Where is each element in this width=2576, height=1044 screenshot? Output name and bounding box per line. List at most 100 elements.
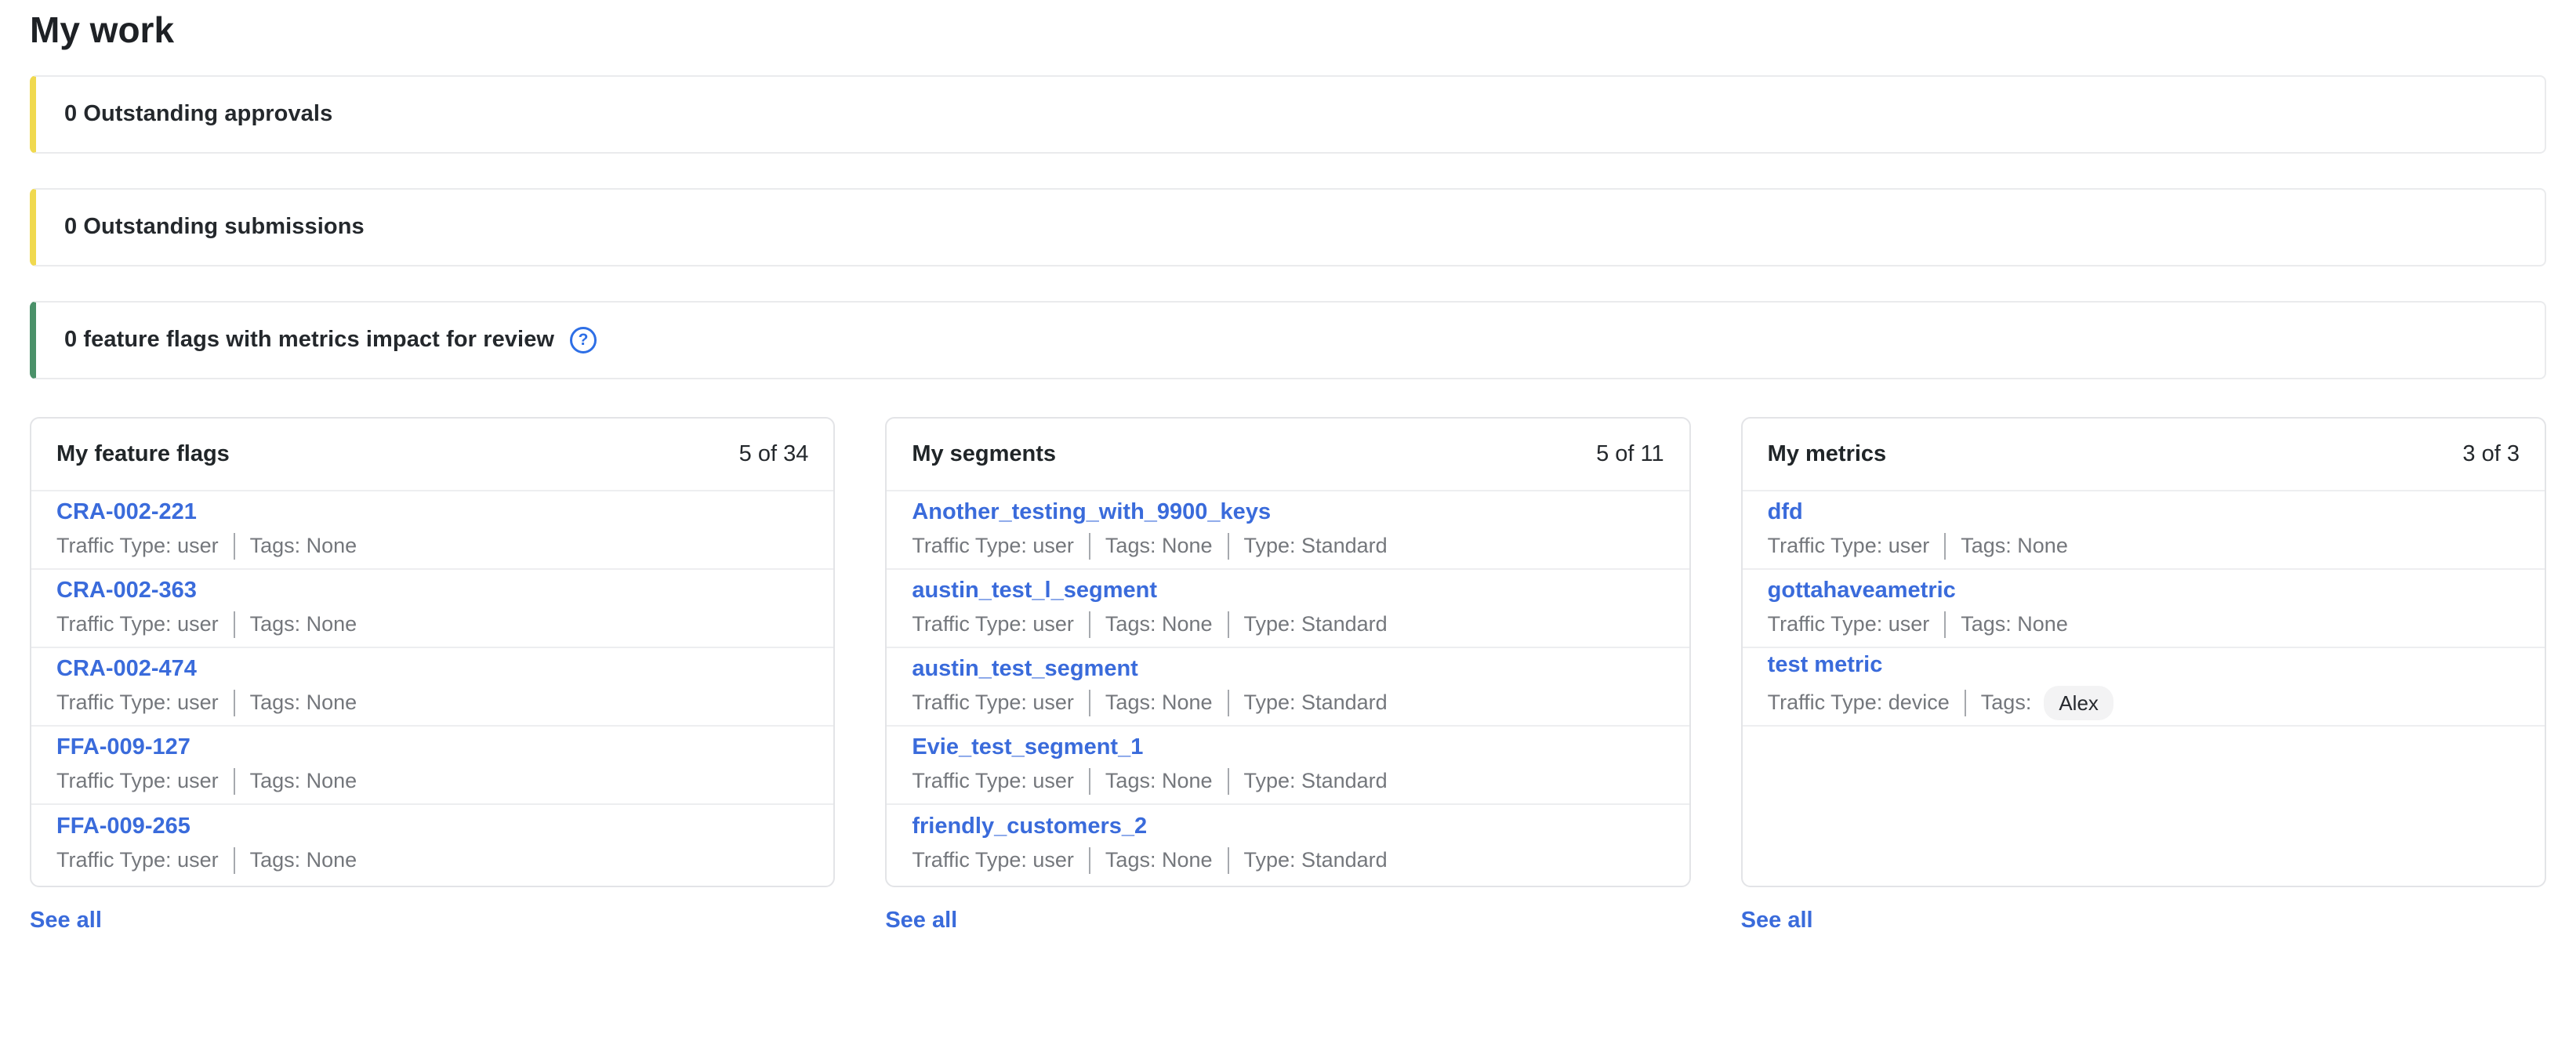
segments-column: My segments 5 of 11 Another_testing_with… [885,417,1690,933]
meta-tags: Tags: None [250,611,357,636]
item-meta: Traffic Type: user Tags: None Type: Stan… [912,847,1664,874]
meta-tags: Tags: None [1105,533,1213,558]
feature-flag-link[interactable]: FFA-009-265 [56,814,190,839]
list-item: austin_test_segment Traffic Type: user T… [887,648,1689,727]
card-title: My segments [912,441,1056,467]
metrics-card: My metrics 3 of 3 dfd Traffic Type: user… [1741,417,2546,887]
item-meta: Traffic Type: user Tags: None Type: Stan… [912,768,1664,795]
meta-separator [1089,690,1090,716]
segment-link[interactable]: Another_testing_with_9900_keys [912,499,1271,525]
meta-traffic-type: Traffic Type: user [1768,611,1930,636]
my-work-page: My work 0 Outstanding approvals 0 Outsta… [0,8,2576,933]
meta-type: Type: Standard [1244,611,1388,636]
meta-separator [234,768,235,795]
meta-traffic-type: Traffic Type: user [56,847,219,872]
tag-chip: Alex [2044,686,2113,720]
feature-flag-link[interactable]: FFA-009-127 [56,734,190,760]
meta-type: Type: Standard [1244,768,1388,793]
meta-traffic-type: Traffic Type: user [56,533,219,558]
meta-type: Type: Standard [1244,533,1388,558]
feature-flags-card: My feature flags 5 of 34 CRA-002-221 Tra… [30,417,835,887]
card-header: My feature flags 5 of 34 [31,419,833,491]
card-header: My metrics 3 of 3 [1743,419,2545,491]
meta-tags-label: Tags: [1981,690,2032,715]
meta-tags: Tags: None [1105,768,1213,793]
feature-flag-link[interactable]: CRA-002-221 [56,499,197,525]
metric-link[interactable]: dfd [1768,499,1803,525]
meta-tags: Tags: None [1105,847,1213,872]
item-meta: Traffic Type: user Tags: None [1768,533,2520,560]
meta-type: Type: Standard [1244,690,1388,715]
cards-row: My feature flags 5 of 34 CRA-002-221 Tra… [30,417,2546,933]
banner-outstanding-approvals: 0 Outstanding approvals [30,75,2546,154]
list-item: test metric Traffic Type: device Tags: A… [1743,648,2545,727]
meta-tags: Tags: None [1105,611,1213,636]
segment-link[interactable]: friendly_customers_2 [912,814,1147,839]
item-meta: Traffic Type: user Tags: None Type: Stan… [912,611,1664,638]
meta-separator [234,611,235,638]
meta-traffic-type: Traffic Type: user [1768,533,1930,558]
meta-tags: Tags: None [250,690,357,715]
segments-card: My segments 5 of 11 Another_testing_with… [885,417,1690,887]
meta-traffic-type: Traffic Type: user [56,690,219,715]
meta-traffic-type: Traffic Type: user [56,768,219,793]
meta-traffic-type: Traffic Type: user [912,690,1074,715]
meta-type: Type: Standard [1244,847,1388,872]
banner-text: 0 Outstanding submissions [64,214,365,240]
list-item: Another_testing_with_9900_keys Traffic T… [887,491,1689,570]
see-all-feature-flags-link[interactable]: See all [30,908,102,933]
meta-separator [1089,768,1090,795]
banner-text: 0 feature flags with metrics impact for … [64,327,554,353]
item-meta: Traffic Type: user Tags: None [56,611,808,638]
list-item: gottahaveametric Traffic Type: user Tags… [1743,570,2545,648]
meta-traffic-type: Traffic Type: user [912,611,1074,636]
list-item: FFA-009-265 Traffic Type: user Tags: Non… [31,805,833,883]
item-meta: Traffic Type: user Tags: None [56,533,808,560]
meta-separator [1089,847,1090,874]
meta-separator [1089,533,1090,560]
meta-tags: Tags: None [1961,533,2068,558]
meta-separator [234,533,235,560]
banner-outstanding-submissions: 0 Outstanding submissions [30,188,2546,266]
meta-separator [1228,690,1229,716]
meta-separator [1228,611,1229,638]
meta-separator [234,690,235,716]
list-item: CRA-002-221 Traffic Type: user Tags: Non… [31,491,833,570]
metric-link[interactable]: test metric [1768,652,1883,678]
meta-tags: Tags: None [250,533,357,558]
meta-separator [1228,847,1229,874]
feature-flags-column: My feature flags 5 of 34 CRA-002-221 Tra… [30,417,835,933]
help-icon[interactable]: ? [570,327,597,353]
meta-traffic-type: Traffic Type: device [1768,690,1950,715]
segment-link[interactable]: Evie_test_segment_1 [912,734,1143,760]
meta-traffic-type: Traffic Type: user [912,533,1074,558]
meta-traffic-type: Traffic Type: user [56,611,219,636]
item-meta: Traffic Type: user Tags: None [56,768,808,795]
item-meta: Traffic Type: device Tags: Alex [1768,686,2520,720]
banner-flags-metrics-impact: 0 feature flags with metrics impact for … [30,301,2546,379]
metric-link[interactable]: gottahaveametric [1768,578,1956,604]
item-meta: Traffic Type: user Tags: None Type: Stan… [912,690,1664,716]
item-meta: Traffic Type: user Tags: None [56,690,808,716]
segment-link[interactable]: austin_test_l_segment [912,578,1157,604]
feature-flag-link[interactable]: CRA-002-474 [56,656,197,682]
meta-traffic-type: Traffic Type: user [912,847,1074,872]
meta-separator [1089,611,1090,638]
list-item: dfd Traffic Type: user Tags: None [1743,491,2545,570]
meta-tags: Tags: None [250,768,357,793]
meta-separator [1944,611,1946,638]
meta-separator [234,847,235,874]
meta-tags: Tags: None [1961,611,2068,636]
meta-separator [1228,768,1229,795]
segment-link[interactable]: austin_test_segment [912,656,1138,682]
card-count: 3 of 3 [2462,441,2520,467]
card-title: My feature flags [56,441,230,467]
see-all-metrics-link[interactable]: See all [1741,908,1813,933]
card-count: 5 of 34 [739,441,809,467]
see-all-segments-link[interactable]: See all [885,908,957,933]
feature-flag-link[interactable]: CRA-002-363 [56,578,197,604]
banner-text: 0 Outstanding approvals [64,101,332,127]
card-header: My segments 5 of 11 [887,419,1689,491]
list-item: CRA-002-474 Traffic Type: user Tags: Non… [31,648,833,727]
list-item: Evie_test_segment_1 Traffic Type: user T… [887,727,1689,805]
